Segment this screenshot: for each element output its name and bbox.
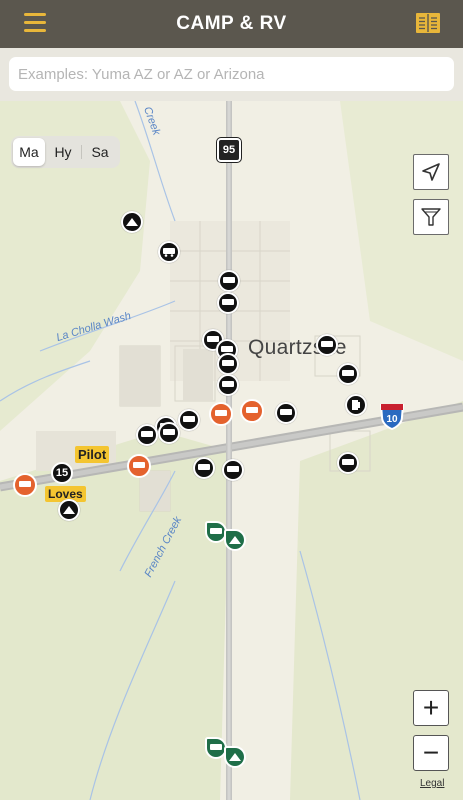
map-base-layer: 10: [0, 101, 463, 800]
rv-park-pin[interactable]: [337, 452, 359, 474]
map-type-map[interactable]: Ma: [13, 138, 45, 166]
interstate-10-label: 10: [386, 414, 398, 425]
map-view[interactable]: 10 Creek La Cholla Wash French Creek Qua…: [0, 101, 463, 800]
rv-resort-pin[interactable]: [13, 473, 37, 497]
highway-95-shield: 95: [217, 138, 241, 162]
menu-icon[interactable]: [24, 13, 46, 33]
campground-pin[interactable]: [58, 499, 80, 521]
search-input[interactable]: [9, 57, 454, 91]
rv-park-pin[interactable]: [337, 363, 359, 385]
pilot-logo: Pilot: [75, 446, 110, 463]
book-icon[interactable]: [415, 11, 441, 35]
rv-resort-pin[interactable]: [209, 402, 233, 426]
map-type-hybrid[interactable]: Hy: [45, 138, 81, 166]
rv-park-pin[interactable]: [217, 353, 239, 375]
app-root: CAMP & RV Examples: Yuma AZ or AZ or Ari…: [0, 0, 463, 800]
location-arrow-icon[interactable]: [413, 154, 449, 190]
map-type-satellite[interactable]: Sa: [82, 138, 118, 166]
funnel-filter-icon[interactable]: [413, 199, 449, 235]
rv-resort-pin[interactable]: [240, 399, 264, 423]
rv-park-pin[interactable]: [193, 457, 215, 479]
route-15-shield: 15: [51, 462, 73, 484]
rv-park-pin[interactable]: [136, 424, 158, 446]
top-bar: CAMP & RV: [0, 0, 463, 48]
rv-park-pin[interactable]: [222, 459, 244, 481]
public-campground-pin[interactable]: [224, 746, 246, 768]
rv-park-pin[interactable]: [218, 270, 240, 292]
rv-park-pin[interactable]: [158, 241, 180, 263]
rv-park-pin[interactable]: [217, 292, 239, 314]
zoom-in-button[interactable]: +: [413, 690, 449, 726]
rv-resort-pin[interactable]: [127, 454, 151, 478]
public-campground-pin[interactable]: [224, 529, 246, 551]
rv-park-pin[interactable]: [178, 409, 200, 431]
zoom-out-button[interactable]: −: [413, 735, 449, 771]
rv-park-pin[interactable]: [217, 374, 239, 396]
map-type-selector: Ma Hy Sa: [11, 136, 120, 168]
search-bar: [0, 48, 463, 101]
legal-link[interactable]: Legal: [420, 778, 444, 789]
rv-park-pin[interactable]: [158, 422, 180, 444]
fuel-station-pin[interactable]: [345, 394, 367, 416]
rv-park-pin[interactable]: [316, 334, 338, 356]
campground-pin[interactable]: [121, 211, 143, 233]
app-title: CAMP & RV: [176, 13, 287, 34]
rv-park-pin[interactable]: [275, 402, 297, 424]
